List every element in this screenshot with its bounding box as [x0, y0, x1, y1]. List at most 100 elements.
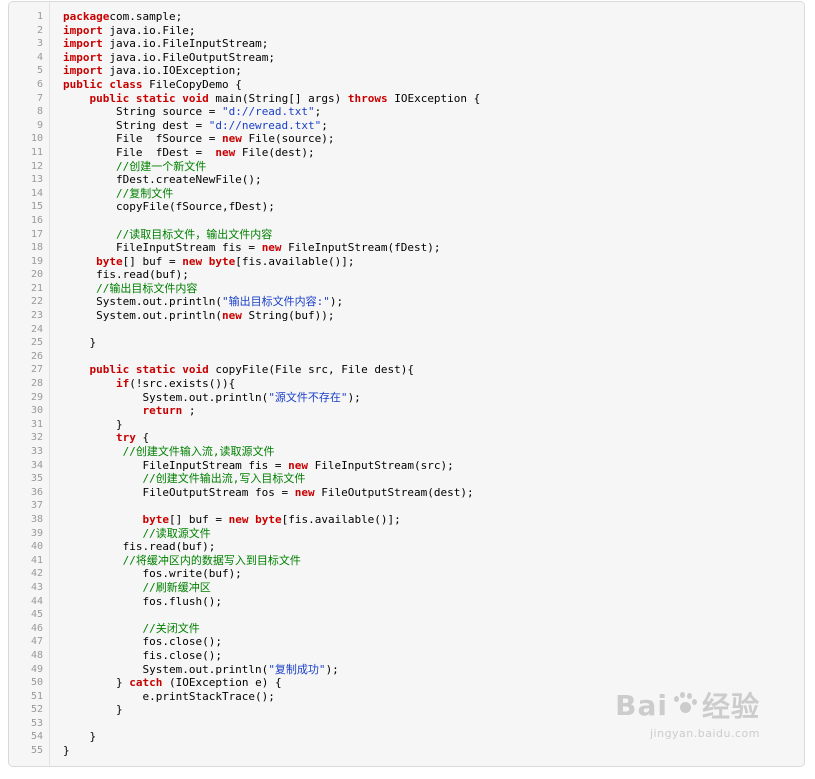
line-number: 15 [30, 201, 43, 213]
code-token: FileOutputStream fos = [63, 485, 295, 499]
code-token: String dest = [63, 118, 209, 132]
keyword-token: return [142, 404, 183, 418]
code-text: import java.io.FileInputStream; [63, 37, 268, 51]
keyword-token: package [63, 10, 110, 23]
line-number: 6 [36, 78, 43, 90]
code-token: System.out.println( [63, 295, 222, 309]
code-line: 2 import java.io.File; [9, 23, 804, 38]
code-line: 45 [9, 608, 804, 622]
line-number: 19 [30, 255, 43, 267]
code-text: packagecom.sample; [63, 10, 182, 24]
code-text: try { [63, 431, 149, 445]
keyword-token: new [288, 458, 309, 472]
code-line: 4 import java.io.FileOutputStream; [9, 50, 804, 65]
code-token: fis.read(buf); [63, 540, 216, 554]
line-number: 54 [30, 731, 43, 743]
keyword-token: byte [142, 512, 169, 526]
line-number: 24 [30, 323, 43, 335]
code-token: File fSource = [63, 132, 222, 146]
code-token: e.printStackTrace(); [63, 689, 275, 703]
code-text: //创建文件输出流,写入目标文件 [63, 472, 305, 486]
keyword-token: catch [129, 676, 163, 690]
code-text: //创建一个新文件 [63, 160, 206, 174]
line-number: 38 [30, 513, 43, 525]
keyword-token: import [63, 64, 103, 78]
line-number: 32 [30, 432, 43, 444]
code-line: 19 byte[] buf = new byte[fis.available()… [9, 254, 804, 269]
keyword-token: import [63, 23, 103, 37]
code-line: 42 fos.write(buf); [9, 567, 804, 581]
line-number: 18 [30, 242, 43, 254]
comment-token: //输出目标文件内容 [96, 281, 198, 295]
code-line: 12 //创建一个新文件 [9, 160, 804, 174]
code-text: System.out.println("输出目标文件内容:"); [63, 295, 343, 309]
code-text: fos.flush(); [63, 595, 221, 609]
line-number: 43 [30, 581, 43, 593]
code-token: copyFile(fSource,fDest); [63, 200, 275, 214]
code-text: copyFile(fSource,fDest); [63, 200, 275, 214]
code-token: String source = [63, 105, 222, 119]
code-text: FileInputStream fis = new FileInputStrea… [63, 241, 441, 255]
code-token: ); [347, 390, 361, 404]
line-number: 12 [30, 160, 43, 172]
code-token: [fis.available()]; [281, 512, 401, 526]
keyword-token: new [182, 254, 203, 268]
code-token: FileInputStream fis = [63, 241, 262, 255]
code-text: byte[] buf = new byte[fis.available()]; [63, 512, 401, 527]
code-text: } [63, 336, 96, 350]
code-line: 20 fis.read(buf); [9, 268, 804, 282]
comment-token: //创建文件输出流,写入目标文件 [142, 472, 306, 486]
comment-token: //复制文件 [115, 186, 174, 200]
code-line: 21 //输出目标文件内容 [9, 281, 804, 296]
code-line: 55} [9, 744, 804, 758]
code-line: 25 } [9, 336, 804, 350]
code-text: System.out.println(new String(buf)); [63, 309, 335, 323]
code-line: 37 [9, 499, 804, 513]
keyword-token: import [63, 37, 103, 51]
code-text: public static void copyFile(File src, Fi… [63, 363, 415, 377]
watermark-logo-left: Bai [615, 688, 668, 722]
code-token: ); [325, 662, 339, 676]
line-number: 31 [30, 418, 43, 430]
keyword-token: import [63, 50, 103, 64]
code-line: 48 fis.close(); [9, 649, 804, 663]
code-text: } [63, 418, 123, 432]
code-line: 40 fis.read(buf); [9, 540, 804, 554]
line-number: 46 [30, 622, 43, 634]
string-token: "输出目标文件内容:" [221, 295, 330, 309]
code-line: 26 [9, 350, 804, 364]
code-line: 1 packagecom.sample; [9, 10, 804, 24]
keyword-token: class [109, 77, 143, 91]
keyword-token: public [89, 363, 130, 377]
code-token: { [135, 431, 150, 445]
code-token: String(buf)); [241, 309, 335, 323]
string-token: "d://newread.txt" [208, 118, 322, 132]
code-line: 14 //复制文件 [9, 186, 804, 201]
comment-token: //创建一个新文件 [115, 159, 207, 173]
code-line: 11 File fDest = new File(dest); [9, 146, 804, 160]
line-number: 13 [30, 174, 43, 186]
code-line: 29 System.out.println("源文件不存在"); [9, 390, 804, 405]
code-line: 27 public static void copyFile(File src,… [9, 363, 804, 377]
code-token: [] buf = [122, 254, 183, 268]
code-text: import java.io.IOException; [63, 64, 242, 78]
code-line: 13 fDest.createNewFile(); [9, 173, 804, 187]
code-line: 35 //创建文件输出流,写入目标文件 [9, 472, 804, 486]
keyword-token: try [115, 431, 136, 445]
line-number: 1 [36, 11, 43, 22]
code-token: fos.write(buf); [63, 567, 242, 581]
code-line: 16 [9, 214, 804, 228]
code-token: main(String[] args) [208, 91, 348, 105]
string-token: "复制成功" [268, 662, 326, 676]
code-line: 33 //创建文件输入流,读取源文件 [9, 445, 804, 459]
comment-token: //关闭文件 [142, 621, 200, 635]
